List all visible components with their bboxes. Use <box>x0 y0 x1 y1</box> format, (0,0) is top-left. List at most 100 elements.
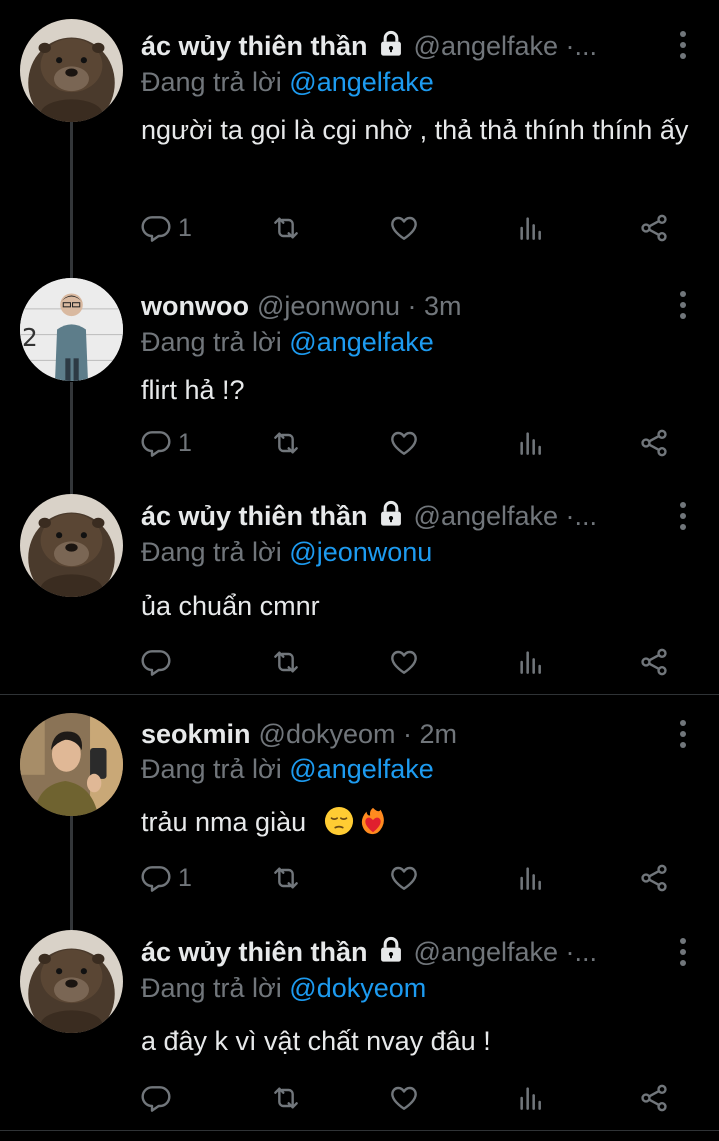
more-options-icon[interactable] <box>677 718 689 750</box>
display-name[interactable]: wonwoo <box>141 291 249 322</box>
tweet-body: trảu nma giàu <box>141 803 701 841</box>
views-icon <box>515 427 547 459</box>
handle-time[interactable]: @dokyeom · 2m <box>259 719 457 750</box>
share-button[interactable] <box>638 1080 670 1116</box>
action-bar: 1 <box>140 425 680 465</box>
tweet-text: người ta gọi là cgi nhờ , thả thả thính … <box>141 115 689 145</box>
replying-mention[interactable]: @dokyeom <box>289 973 426 1003</box>
like-button[interactable] <box>388 425 420 461</box>
retweet-icon <box>270 1082 302 1114</box>
share-icon <box>638 646 670 678</box>
display-name[interactable]: seokmin <box>141 719 251 750</box>
reply-icon <box>140 1082 172 1114</box>
reply-icon <box>140 646 172 678</box>
views-icon <box>515 862 547 894</box>
views-button[interactable] <box>515 1080 547 1116</box>
handle-time[interactable]: @angelfake ·... <box>414 31 598 62</box>
more-options-icon[interactable] <box>677 936 689 968</box>
views-button[interactable] <box>515 644 547 680</box>
replying-to: Đang trả lời @angelfake <box>141 754 434 785</box>
tweet-text: a đây k vì vật chất nvay đâu ! <box>141 1026 491 1056</box>
tweet[interactable]: ác wủy thiên thần @angelfake ·... Đang t… <box>0 494 719 694</box>
reply-button[interactable] <box>140 644 178 680</box>
reply-count: 1 <box>178 428 192 457</box>
retweet-icon <box>270 212 302 244</box>
like-button[interactable] <box>388 860 420 896</box>
retweet-button[interactable] <box>270 425 302 461</box>
replying-to: Đang trả lời @jeonwonu <box>141 537 432 568</box>
retweet-icon <box>270 646 302 678</box>
reply-button[interactable]: 1 <box>140 210 192 246</box>
handle-time[interactable]: @jeonwonu · 3m <box>257 291 462 322</box>
views-button[interactable] <box>515 860 547 896</box>
lock-icon <box>376 30 406 58</box>
tweet-text: trảu nma giàu <box>141 807 307 837</box>
display-name[interactable]: ác wủy thiên thần <box>141 937 368 968</box>
action-bar <box>140 1080 680 1120</box>
reply-button[interactable] <box>140 1080 178 1116</box>
reply-count: 1 <box>178 213 192 242</box>
svg-text:2: 2 <box>22 323 38 352</box>
avatar[interactable] <box>20 713 123 816</box>
reply-button[interactable]: 1 <box>140 425 192 461</box>
views-button[interactable] <box>515 210 547 246</box>
retweet-icon <box>270 427 302 459</box>
like-button[interactable] <box>388 644 420 680</box>
share-icon <box>638 1082 670 1114</box>
retweet-button[interactable] <box>270 644 302 680</box>
otter-avatar-image <box>20 19 123 122</box>
like-icon <box>388 862 420 894</box>
avatar[interactable] <box>20 930 123 1033</box>
more-options-icon[interactable] <box>677 500 689 532</box>
like-button[interactable] <box>388 1080 420 1116</box>
replying-to: Đang trả lời @angelfake <box>141 67 434 98</box>
retweet-button[interactable] <box>270 1080 302 1116</box>
retweet-button[interactable] <box>270 210 302 246</box>
retweet-button[interactable] <box>270 860 302 896</box>
avatar[interactable]: 2 <box>20 278 123 381</box>
views-icon <box>515 212 547 244</box>
handle-time[interactable]: @angelfake ·... <box>414 937 598 968</box>
tweet[interactable]: seokmin @dokyeom · 2m Đang trả lời @ange… <box>0 712 719 927</box>
replying-to: Đang trả lời @angelfake <box>141 327 434 358</box>
share-button[interactable] <box>638 425 670 461</box>
avatar[interactable] <box>20 494 123 597</box>
tweet-text: flirt hả !? <box>141 375 245 405</box>
like-icon <box>388 212 420 244</box>
views-button[interactable] <box>515 425 547 461</box>
tweet[interactable]: ác wủy thiên thần @angelfake ·... Đang t… <box>0 15 719 265</box>
replying-prefix: Đang trả lời <box>141 754 282 784</box>
lock-icon <box>376 936 406 964</box>
like-icon <box>388 646 420 678</box>
share-button[interactable] <box>638 860 670 896</box>
more-options-icon[interactable] <box>677 29 689 61</box>
reply-button[interactable]: 1 <box>140 860 192 896</box>
avatar[interactable] <box>20 19 123 122</box>
otter-avatar-image <box>20 494 123 597</box>
replying-mention[interactable]: @jeonwonu <box>289 537 432 567</box>
tweet-header: ác wủy thiên thần @angelfake ·... <box>141 29 679 63</box>
action-bar <box>140 644 680 684</box>
replying-mention[interactable]: @angelfake <box>289 754 434 784</box>
share-button[interactable] <box>638 210 670 246</box>
reply-icon <box>140 862 172 894</box>
handle-time[interactable]: @angelfake ·... <box>414 501 598 532</box>
share-button[interactable] <box>638 644 670 680</box>
replying-to: Đang trả lời @dokyeom <box>141 973 426 1004</box>
tweet-header: ác wủy thiên thần @angelfake ·... <box>141 935 679 969</box>
tweet[interactable]: ác wủy thiên thần @angelfake ·... Đang t… <box>0 930 719 1130</box>
more-options-icon[interactable] <box>677 289 689 321</box>
tweet[interactable]: 2 wonwoo @jeonwonu · 3m Đang trả lời @an… <box>0 275 719 490</box>
replying-mention[interactable]: @angelfake <box>289 327 434 357</box>
share-icon <box>638 862 670 894</box>
conversation-divider <box>0 694 719 695</box>
share-icon <box>638 212 670 244</box>
tweet-header: wonwoo @jeonwonu · 3m <box>141 289 679 323</box>
replying-mention[interactable]: @angelfake <box>289 67 434 97</box>
replying-prefix: Đang trả lời <box>141 67 282 97</box>
display-name[interactable]: ác wủy thiên thần <box>141 31 368 62</box>
display-name[interactable]: ác wủy thiên thần <box>141 501 368 532</box>
like-button[interactable] <box>388 210 420 246</box>
tweet-text: ủa chuẩn cmnr <box>141 591 320 621</box>
otter-avatar-image <box>20 930 123 1033</box>
